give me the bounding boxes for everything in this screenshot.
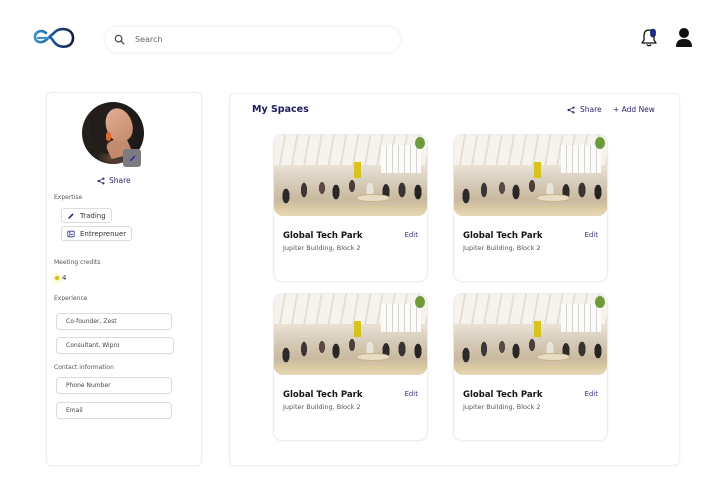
meeting-credits: 4 (55, 274, 66, 282)
search-input[interactable] (135, 35, 375, 44)
space-card[interactable]: Global Tech Park Jupiter Building, Block… (273, 293, 428, 441)
edit-space-button[interactable]: Edit (584, 231, 598, 239)
expertise-label: Expertise (54, 194, 83, 201)
meeting-credits-value: 4 (62, 274, 67, 282)
my-spaces-panel: My Spaces Share + Add New Global Tech Pa… (229, 93, 680, 466)
pencil-icon (68, 212, 74, 219)
space-subtitle: Jupiter Building, Block 2 (463, 403, 541, 411)
space-photo (274, 294, 427, 375)
spaces-share-button[interactable]: Share (567, 105, 602, 114)
edit-space-button[interactable]: Edit (404, 231, 418, 239)
phone-number-field[interactable]: Phone Number (56, 377, 172, 394)
bell-icon (641, 28, 657, 47)
search-icon (114, 34, 125, 45)
space-subtitle: Jupiter Building, Block 2 (283, 403, 361, 411)
user-profile-button[interactable] (675, 27, 693, 48)
expertise-chip-trading[interactable]: Trading (61, 208, 112, 223)
space-photo (454, 294, 607, 375)
space-title: Global Tech Park (463, 231, 543, 241)
user-icon (676, 28, 692, 47)
share-icon (567, 105, 575, 114)
space-subtitle: Jupiter Building, Block 2 (463, 244, 541, 252)
space-card[interactable]: Global Tech Park Jupiter Building, Block… (273, 134, 428, 282)
space-title: Global Tech Park (463, 390, 543, 400)
profile-share-label: Share (109, 176, 131, 185)
credit-dot-icon (55, 276, 59, 280)
contact-information-label: Contact information (54, 364, 114, 371)
space-photo (454, 135, 607, 216)
space-subtitle: Jupiter Building, Block 2 (283, 244, 361, 252)
pencil-icon (129, 155, 135, 161)
brand-logo[interactable] (31, 25, 77, 51)
notification-badge (650, 28, 656, 38)
email-field[interactable]: Email (56, 402, 172, 419)
experience-field[interactable]: Consultant, Wipro (56, 337, 174, 354)
edit-avatar-button[interactable] (123, 149, 141, 167)
space-card[interactable]: Global Tech Park Jupiter Building, Block… (453, 293, 608, 441)
share-icon (97, 176, 105, 185)
expertise-chip-entrepreneur[interactable]: Entreprenuer (61, 226, 133, 241)
meeting-credits-label: Meeting credits (54, 259, 101, 266)
edit-space-button[interactable]: Edit (584, 390, 598, 398)
profile-card: Share Expertise Trading Entreprenuer Mee… (46, 92, 202, 466)
search-bar[interactable] (104, 26, 401, 53)
infinity-logo-icon (33, 27, 75, 48)
image-icon (67, 230, 75, 237)
space-title: Global Tech Park (283, 390, 363, 400)
space-card[interactable]: Global Tech Park Jupiter Building, Block… (453, 134, 608, 282)
experience-field[interactable]: Co-founder, Zest (56, 313, 172, 330)
edit-space-button[interactable]: Edit (404, 390, 418, 398)
space-title: Global Tech Park (283, 231, 363, 241)
my-spaces-title: My Spaces (252, 104, 309, 115)
space-photo (274, 135, 427, 216)
add-new-space-button[interactable]: + Add New (613, 105, 655, 114)
experience-label: Experience (54, 295, 88, 302)
notifications-button[interactable] (640, 28, 658, 48)
profile-share-button[interactable]: Share (97, 176, 131, 185)
